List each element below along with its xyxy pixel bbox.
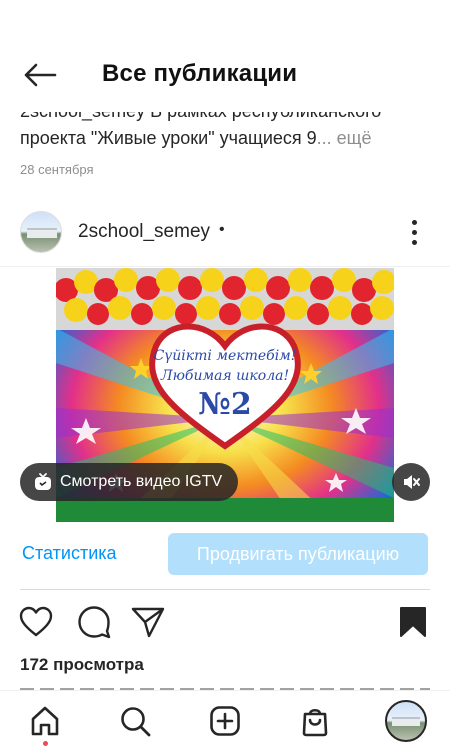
caption-text-line2: проекта "Живые уроки" учащиеся 9 [20,128,317,148]
media-text-number: №2 [198,387,251,422]
dot-icon [411,219,417,225]
nav-search-button[interactable] [115,701,155,741]
shopping-bag-icon [302,708,328,737]
views-count[interactable]: 172 просмотра [20,655,144,675]
caption-more-link[interactable]: ... ещё [317,128,372,148]
back-button[interactable] [22,60,58,90]
media-text-line1: Сүйікті мектебім! [154,348,297,364]
post-header: 2school_semey • [0,205,450,261]
home-icon [31,706,59,736]
watch-igtv-label: Смотреть видео IGTV [60,473,223,490]
top-bar: Все публикации [0,42,450,112]
post-options-button[interactable] [404,215,424,249]
caption-text-line1: В рамках республиканского [145,112,381,121]
heart-icon [19,606,53,637]
speech-bubble-icon [78,606,111,639]
dot-icon [411,239,417,245]
dot-icon [411,229,417,235]
divider [20,589,430,590]
media-text-line2: Любимая школа! [160,368,289,384]
speaker-muted-icon [404,475,420,489]
plus-square-icon [210,706,240,736]
notification-dot [43,741,48,746]
share-button[interactable] [130,604,166,640]
comment-button[interactable] [76,604,112,640]
nav-shop-button[interactable] [295,701,335,741]
arrow-left-icon [24,63,57,87]
nav-create-button[interactable] [205,701,245,741]
like-button[interactable] [18,604,54,640]
post-username[interactable]: 2school_semey [78,221,210,243]
bookmark-filled-icon [400,607,426,637]
caption-username[interactable]: 2school_semey [20,112,145,121]
previous-post-caption: 2school_semey В рамках республиканского … [20,112,430,152]
screen: Все публикации 2school_semey В рамках ре… [0,0,450,750]
mute-button[interactable] [392,463,430,501]
bottom-nav [0,690,450,750]
igtv-icon [35,473,51,490]
promote-post-button[interactable]: Продвигать публикацию [168,533,428,575]
post-avatar[interactable] [20,211,62,253]
paper-plane-icon [131,607,165,638]
nav-home-button[interactable] [25,701,65,741]
nav-profile-avatar[interactable] [385,700,427,742]
watch-igtv-button[interactable]: Смотреть видео IGTV [20,463,239,501]
search-icon [121,707,151,737]
divider [0,266,450,267]
username-separator-dot: • [219,221,225,238]
previous-post-caption-clip: 2school_semey В рамках республиканского … [0,112,450,156]
statistics-link[interactable]: Статистика [22,543,117,564]
page-title: Все публикации [102,60,298,87]
save-button[interactable] [396,604,430,640]
previous-post-date: 28 сентября [20,162,94,177]
